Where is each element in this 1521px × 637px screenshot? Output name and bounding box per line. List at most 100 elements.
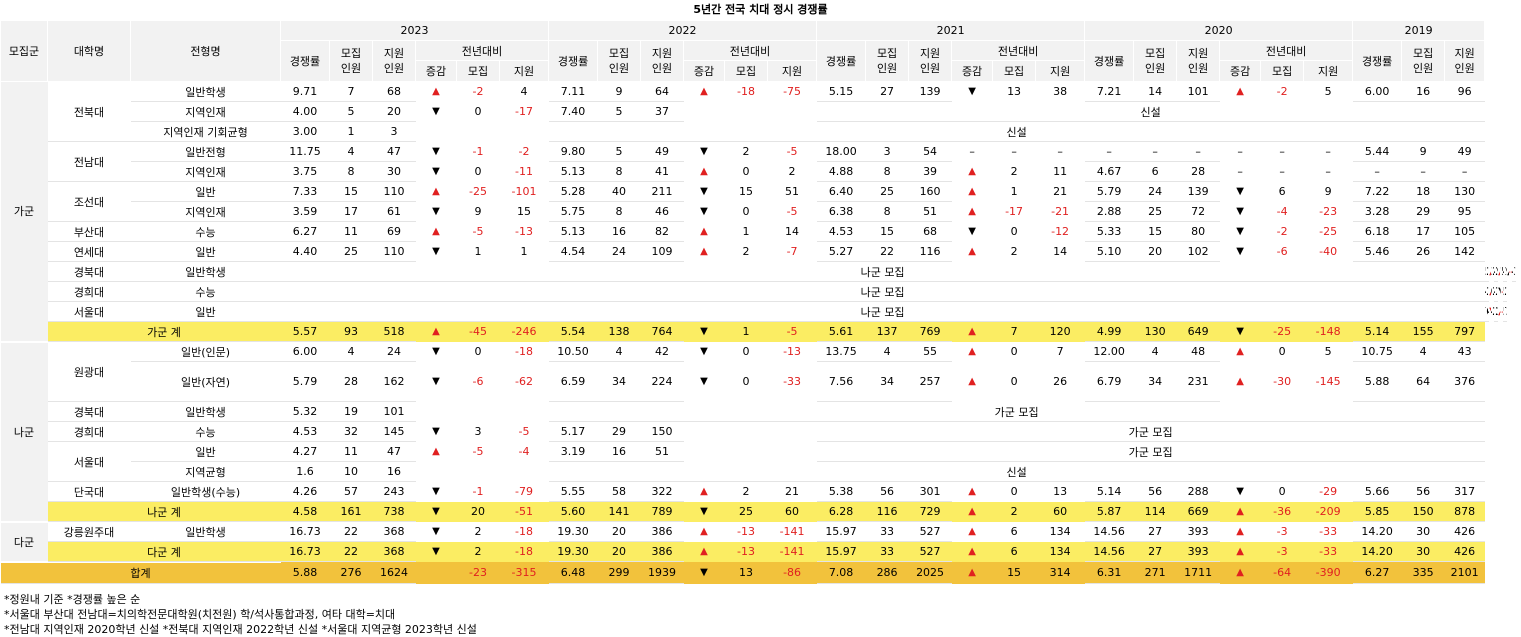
rate-cell: 6.79 [1084,361,1134,402]
footnote-line: *서울대 부산대 전남대=치의학전문대학원(치전원) 학/석사통합과정, 여타 … [4,608,396,621]
header-yoy: 전년대비 [414,40,550,61]
delta-quota-cell: 0 [742,375,750,388]
up-arrow-icon: ▲ [1219,561,1261,584]
admission-type: 일반 [130,301,281,322]
applicants-cell: 130 [1444,181,1485,202]
header-quota: 모집 인원 [865,40,910,82]
up-arrow-icon: ▲ [951,541,993,562]
subtotal-row: 가군 계 5.57 93 518 ▲ -45 -246 5.54 138 764 ▼ 1 -5 5.61 1… [1,321,1521,342]
delta-applicants-cell: 60 [767,501,817,522]
rate-cell: 4.99 [1084,321,1134,342]
admission-type: 일반 [130,181,281,202]
table-row: 지역인재 4.00 5 20 ▼ 0 -17 7.40 5 37 신설 [1,101,1521,122]
header-yoy: 전년대비 [1219,40,1354,61]
quota-cell: 25 [1133,201,1177,222]
subtotal-label: 가군 계 [47,321,281,342]
applicants-cell: 764 [640,321,684,342]
down-arrow-icon: ▼ [432,486,440,497]
delta-quota-cell: -5 [472,225,484,238]
up-arrow-icon: ▲ [968,186,976,197]
up-arrow-icon: ▲ [1236,86,1244,98]
rate-cell: 5.85 [1352,501,1402,522]
quota-cell: 15 [329,181,373,202]
rate-cell: 4.40 [280,241,330,262]
delta-quota-cell: 0 [742,345,750,358]
delta-quota-cell: – [1279,165,1285,178]
rate-cell: 4.53 [816,221,866,242]
quota-cell: 18 [1401,181,1445,202]
header-delta: 증감 [951,60,994,82]
rate-cell: 3.28 [1352,201,1402,222]
quota-cell: 19 [329,401,373,422]
delta-applicants-cell: -40 [1319,245,1338,258]
applicants-cell: 96 [1444,81,1485,102]
delta-applicants-cell: -75 [783,85,802,99]
quota-cell: 27 [1133,541,1177,562]
admission-type: 일반학생 [130,261,281,282]
rate-cell: 16.73 [280,541,330,562]
applicants-cell: 37 [640,101,684,122]
table-row: 경북대일반학생나군 모집5.4323125▲3274.902098▲154.89… [1,261,1521,282]
rate-cell: 7.40 [548,101,598,122]
quota-cell: 15 [865,221,909,242]
applicants-cell: 317 [1444,481,1485,502]
delta-quota-cell: 13 [724,561,768,584]
applicants-cell: 47 [372,441,416,462]
down-arrow-icon: ▼ [1236,486,1244,498]
quota-cell: 56 [1133,481,1177,502]
rate-cell: 6.38 [816,201,866,222]
header-year: 2023 [279,20,550,41]
table-row: 일반(자연) 5.79 28 162 ▼ -6 -62 6.59 34 224 ▼ 0 -33 7.56 3… [1,361,1521,402]
quota-cell: 34 [865,361,909,402]
applicants-cell: 518 [372,321,416,342]
applicants-cell: 160 [908,181,952,202]
rate-cell: 5.28 [548,181,598,202]
applicants-cell: 729 [908,501,952,522]
up-arrow-icon: ▲ [700,486,708,498]
rate-cell: 5.75 [548,201,598,222]
quota-cell: 17 [329,201,373,222]
delta-applicants-cell: – [1057,145,1063,159]
applicants-cell: 878 [1444,501,1485,522]
header-yoy: 전년대비 [683,40,818,61]
applicants-cell: 68 [908,221,952,242]
rate-cell: 6.27 [1352,561,1402,584]
table-row: 전남대 일반전형 11.75 4 47 ▼ -1 -2 9.80 5 49 ▼ 2 -5 18.00 3 54–… [1,141,1521,182]
empty-delta [416,402,549,422]
down-arrow-icon: ▼ [432,146,440,157]
quota-cell: 16 [597,441,641,462]
quota-cell: 4 [597,341,641,362]
admission-type: 일반학생(수능) [130,481,281,502]
admission-type: 일반 [130,441,281,462]
applicants-cell: 116 [908,241,952,262]
applicants-cell: 669 [1176,501,1220,522]
quota-cell: 26 [1401,241,1445,262]
quota-cell: 7 [329,81,373,102]
table-row: 지역인재 기회균형 3.00 1 3 신설 [1,121,1521,142]
up-arrow-icon: ▲ [951,321,993,342]
admission-type: 일반(자연) [130,361,281,402]
up-arrow-icon: ▲ [432,446,440,457]
quota-cell: 56 [865,481,909,502]
rate-cell: 4.88 [816,161,866,182]
admission-type: 수능 [130,421,281,442]
delta-quota-cell: 2 [456,541,500,562]
rate-cell: 6.28 [816,501,866,522]
rate-cell: 14.56 [1084,541,1134,562]
header-quota: 모집 인원 [1401,40,1446,82]
down-arrow-icon: ▼ [700,376,708,387]
quota-cell: 14 [1133,81,1177,102]
delta-quota-cell: 0 [474,105,482,118]
applicants-cell: 109 [640,241,684,262]
quota-cell: 40 [597,181,641,202]
applicants-cell: 82 [640,221,684,242]
quota-cell: 138 [597,321,641,342]
applicants-cell: 257 [908,361,952,402]
table-row: 나군 원광대 일반(인문) 6.00 4 24 ▼ 0 -18 10.50 4 42 ▼ 0 -13 13.7… [0,341,1521,523]
merged-note: 가군 모집 [548,401,1485,422]
quota-cell: 20 [1133,241,1177,262]
delta-quota-cell: 0 [1010,375,1018,388]
applicants-cell: 288 [1176,481,1220,502]
delta-applicants-cell: 15 [517,205,532,218]
delta-quota-cell: -2 [472,85,484,99]
